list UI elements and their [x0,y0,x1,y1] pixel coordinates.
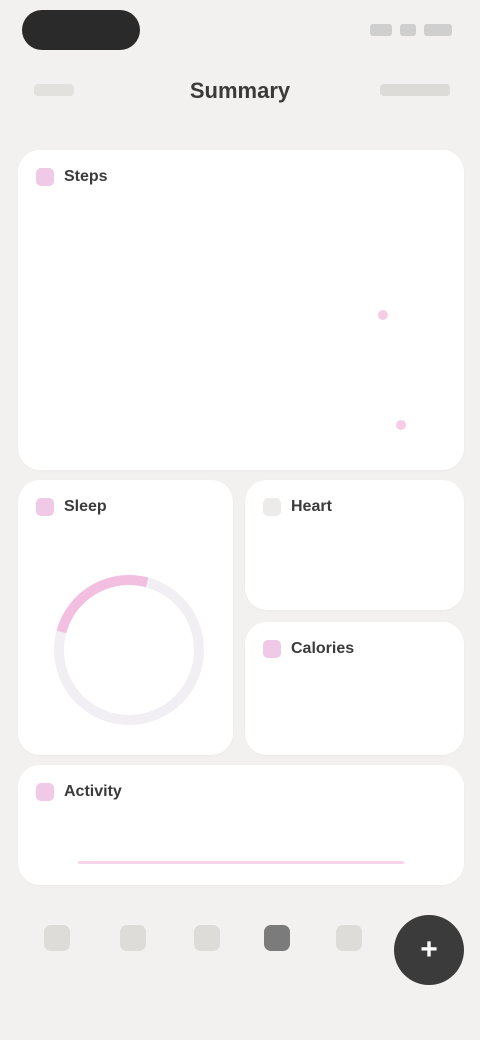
activity-card[interactable]: Activity [18,765,464,885]
signal-icon [370,24,392,36]
activity-card-title: Activity [64,783,122,800]
heart-card-title: Heart [291,498,332,515]
add-button[interactable]: + [394,915,464,985]
tab-1[interactable] [32,925,82,959]
top-nav: Summary [0,70,480,110]
heart-card-header: Heart [263,498,332,516]
steps-icon [36,168,54,186]
sleep-card-header: Sleep [36,498,107,516]
summary-icon [264,925,290,951]
profile-icon [336,925,362,951]
steps-card-header: Steps [36,168,108,186]
tab-5[interactable] [324,925,374,959]
home-icon [44,925,70,951]
chart-marker [396,420,406,430]
nav-action-button[interactable] [380,84,450,96]
steps-card-title: Steps [64,168,108,185]
activity-progress-line [78,861,404,864]
calories-card[interactable]: Calories [245,622,464,755]
chart-marker [378,310,388,320]
calories-icon [263,640,281,658]
heart-card[interactable]: Heart [245,480,464,610]
tab-4[interactable] [252,925,302,959]
status-icons [370,24,452,36]
steps-card[interactable]: Steps [18,150,464,470]
activity-tab-icon [194,925,220,951]
status-pill [22,10,140,50]
wifi-icon [400,24,416,36]
tab-3[interactable] [182,925,232,959]
sleep-icon [36,498,54,516]
activity-card-header: Activity [36,783,122,801]
battery-icon [424,24,452,36]
tab-2[interactable] [108,925,158,959]
calories-card-header: Calories [263,640,354,658]
heart-icon [263,498,281,516]
activity-icon [36,783,54,801]
chart-icon [120,925,146,951]
calories-card-title: Calories [291,640,355,657]
sleep-card-title: Sleep [64,498,107,515]
